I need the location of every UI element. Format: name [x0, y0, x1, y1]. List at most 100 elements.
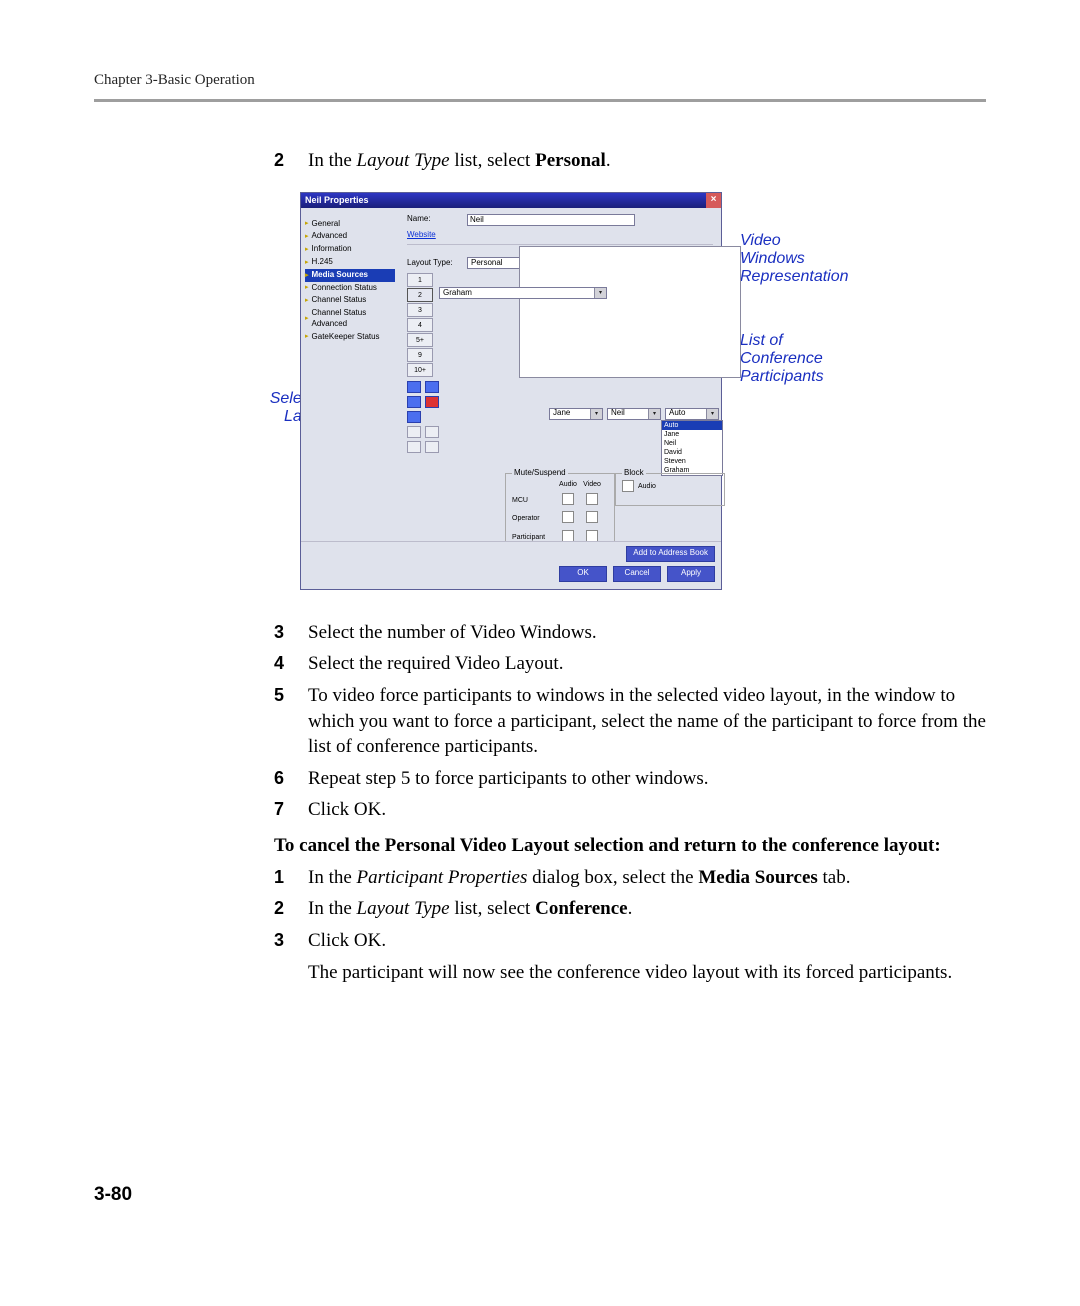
tree-arrow-icon: ▸	[305, 332, 309, 341]
mute-checkbox[interactable]	[562, 511, 574, 523]
participant-selects-row: Jane▾ Neil▾ Auto▾	[549, 408, 719, 420]
tree-item-general[interactable]: ▸General	[305, 218, 395, 231]
window-count-9[interactable]: 9	[407, 348, 433, 362]
participant-properties-dialog: Neil Properties × ▸General▸Advanced▸Info…	[300, 192, 722, 590]
tree-item-connection-status[interactable]: ▸Connection Status	[305, 282, 395, 295]
tree-item-label: Media Sources	[312, 270, 368, 281]
dialog-form-pane: Name: Website Layout Type: Personal▾	[399, 208, 721, 541]
block-legend: Block	[622, 468, 646, 479]
layout-option[interactable]	[407, 381, 421, 393]
window-count-1[interactable]: 1	[407, 273, 433, 287]
layout-type-label: Layout Type:	[407, 258, 461, 269]
step-text: Click OK.	[308, 797, 986, 823]
step-text: Click OK.	[308, 928, 986, 954]
chevron-down-icon: ▾	[648, 409, 660, 419]
tree-item-label: Connection Status	[312, 283, 377, 294]
dialog-titlebar: Neil Properties ×	[301, 193, 721, 208]
participant-option[interactable]: David	[662, 448, 722, 457]
mute-checkbox[interactable]	[586, 493, 598, 505]
cancel-subheading: To cancel the Personal Video Layout sele…	[274, 833, 986, 859]
website-link[interactable]: Website	[407, 230, 436, 241]
participant-select[interactable]: Auto▾	[665, 408, 719, 420]
step-text: In the Layout Type list, select Conferen…	[308, 896, 986, 922]
tree-item-label: General	[312, 219, 340, 230]
tree-item-channel-status-advanced[interactable]: ▸Channel Status Advanced	[305, 307, 395, 331]
layout-option[interactable]	[407, 426, 421, 438]
step-number: 3	[274, 620, 308, 646]
tree-arrow-icon: ▸	[305, 232, 309, 241]
participant-select[interactable]: Neil▾	[607, 408, 661, 420]
mute-header: Audio	[556, 480, 580, 489]
tree-arrow-icon: ▸	[305, 245, 309, 254]
step-text: In the Layout Type list, select Personal…	[308, 148, 986, 174]
layout-option[interactable]	[407, 441, 421, 453]
window-count-10plus[interactable]: 10+	[407, 363, 433, 377]
chevron-down-icon: ▾	[594, 288, 606, 298]
participant-option[interactable]: Auto	[662, 421, 722, 430]
tree-arrow-icon: ▸	[305, 219, 309, 228]
tree-item-advanced[interactable]: ▸Advanced	[305, 230, 395, 243]
step-number: 4	[274, 651, 308, 677]
layout-option-selected[interactable]	[425, 396, 439, 408]
window-count-3[interactable]: 3	[407, 303, 433, 317]
row-2-participant-select[interactable]: Graham▾	[439, 287, 607, 299]
tree-item-channel-status[interactable]: ▸Channel Status	[305, 294, 395, 307]
participant-option[interactable]: Steven	[662, 457, 722, 466]
tree-item-label: Information	[312, 244, 352, 255]
mute-checkbox[interactable]	[562, 493, 574, 505]
apply-button[interactable]: Apply	[667, 566, 715, 582]
tree-arrow-icon: ▸	[305, 283, 309, 292]
page-header: Chapter 3-Basic Operation	[94, 72, 986, 89]
tree-arrow-icon: ▸	[305, 258, 309, 267]
dialog-nav-tree: ▸General▸Advanced▸Information▸H.245▸Medi…	[301, 208, 399, 541]
step-text: Select the number of Video Windows.	[308, 620, 986, 646]
participant-option[interactable]: Jane	[662, 430, 722, 439]
close-button[interactable]: ×	[706, 193, 721, 208]
cancel-button[interactable]: Cancel	[613, 566, 661, 582]
layout-option[interactable]	[407, 411, 421, 423]
video-windows-preview	[519, 246, 741, 378]
tree-item-information[interactable]: ▸Information	[305, 243, 395, 256]
mute-suspend-group: Mute/Suspend AudioVideoMCUOperatorPartic…	[505, 468, 615, 542]
block-group: Block Audio	[615, 468, 725, 506]
tree-item-label: GateKeeper Status	[312, 332, 380, 343]
chevron-down-icon: ▾	[706, 409, 718, 419]
participant-option[interactable]: Neil	[662, 439, 722, 448]
dialog-footer: Add to Address Book OK Cancel Apply	[301, 541, 721, 588]
layout-option[interactable]	[425, 426, 439, 438]
tree-arrow-icon: ▸	[305, 271, 309, 280]
layout-option[interactable]	[425, 441, 439, 453]
step-text: Repeat step 5 to force participants to o…	[308, 766, 986, 792]
layout-option[interactable]	[407, 396, 421, 408]
step-text: In the Participant Properties dialog box…	[308, 865, 986, 891]
mute-row-label: Operator	[512, 514, 556, 523]
window-count-4[interactable]: 4	[407, 318, 433, 332]
tree-item-h-245[interactable]: ▸H.245	[305, 256, 395, 269]
layout-option[interactable]	[425, 381, 439, 393]
tree-item-gatekeeper-status[interactable]: ▸GateKeeper Status	[305, 331, 395, 344]
block-audio-checkbox[interactable]	[622, 480, 634, 492]
step-number: 6	[274, 766, 308, 792]
step-number: 5	[274, 683, 308, 760]
tree-item-label: Channel Status	[312, 295, 367, 306]
annotation-video-windows: VideoWindowsRepresentation	[740, 232, 900, 287]
tail-paragraph: The participant will now see the confere…	[308, 960, 986, 986]
tree-arrow-icon: ▸	[305, 314, 309, 323]
window-count-2[interactable]: 2	[407, 288, 433, 302]
step-text: To video force participants to windows i…	[308, 683, 986, 760]
window-count-5plus[interactable]: 5+	[407, 333, 433, 347]
dialog-title: Neil Properties	[305, 195, 369, 205]
ok-button[interactable]: OK	[559, 566, 607, 582]
step-number: 2	[274, 896, 308, 922]
chevron-down-icon: ▾	[590, 409, 602, 419]
add-to-address-book-button[interactable]: Add to Address Book	[626, 546, 715, 562]
header-rule	[94, 99, 986, 102]
step-number: 2	[274, 148, 308, 174]
mute-suspend-legend: Mute/Suspend	[512, 468, 568, 479]
participant-select[interactable]: Jane▾	[549, 408, 603, 420]
step-number: 7	[274, 797, 308, 823]
tree-item-label: H.245	[312, 257, 333, 268]
name-input[interactable]	[467, 214, 635, 226]
mute-checkbox[interactable]	[586, 511, 598, 523]
tree-item-media-sources[interactable]: ▸Media Sources	[305, 269, 395, 282]
